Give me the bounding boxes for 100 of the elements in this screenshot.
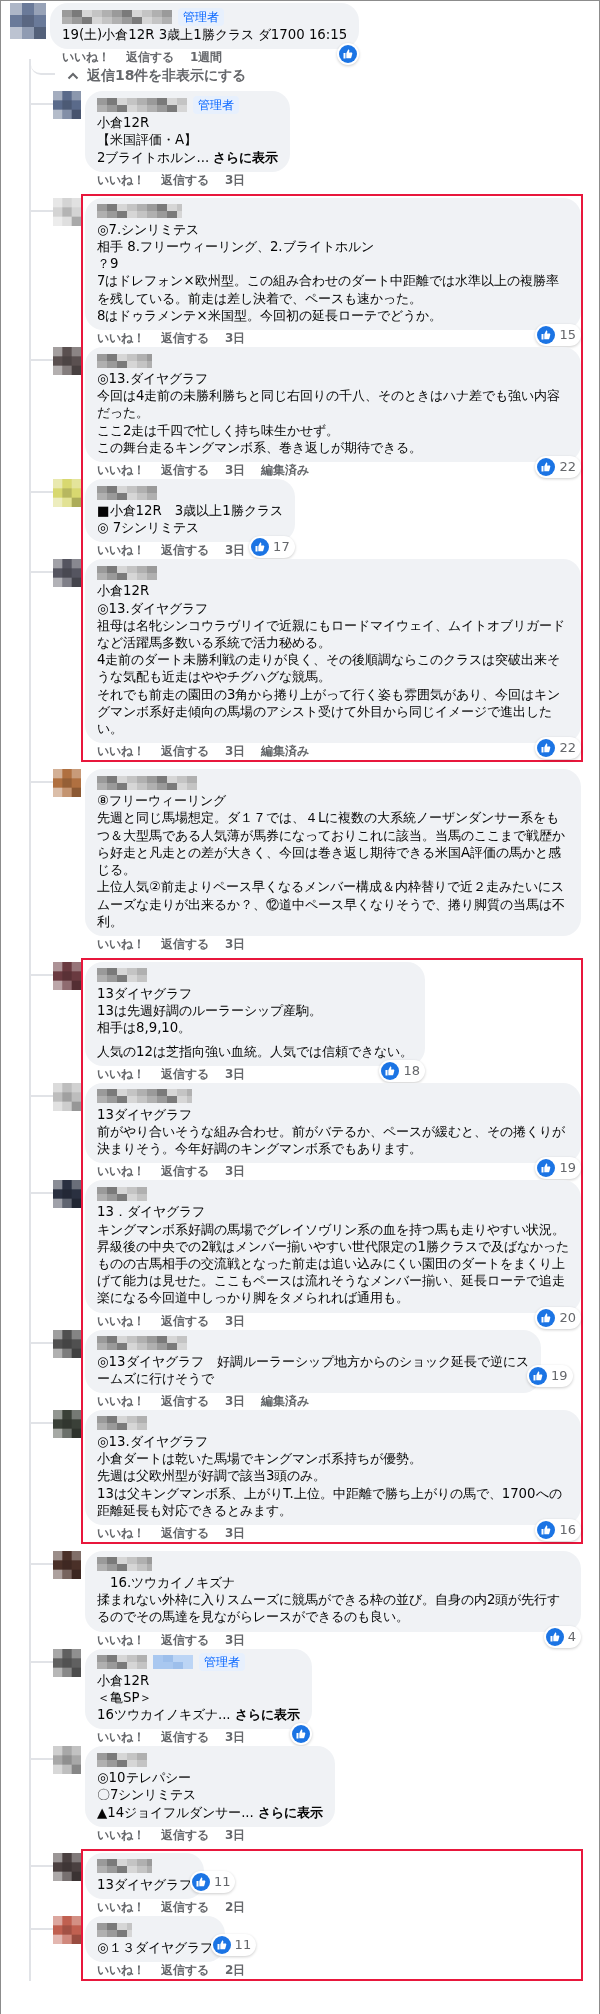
blurred-name xyxy=(97,1416,147,1431)
reaction-badge[interactable]: 16 xyxy=(535,1518,581,1541)
like-link[interactable]: いいね！ xyxy=(97,1066,145,1082)
reaction-badge[interactable]: 19 xyxy=(527,1364,573,1387)
like-link[interactable]: いいね！ xyxy=(97,1525,145,1541)
reply-link[interactable]: 返信する xyxy=(161,1827,209,1843)
timestamp[interactable]: 3日 xyxy=(225,1525,246,1541)
reaction-badge[interactable]: 22 xyxy=(535,737,581,760)
like-icon xyxy=(545,1627,564,1646)
reaction-badge[interactable] xyxy=(289,1723,312,1746)
avatar[interactable] xyxy=(53,559,81,588)
reaction-badge[interactable]: 19 xyxy=(535,1157,581,1180)
blurred-name xyxy=(97,1186,147,1201)
avatar[interactable] xyxy=(53,1409,81,1438)
reply-link[interactable]: 返信する xyxy=(161,1525,209,1541)
like-link[interactable]: いいね！ xyxy=(97,543,145,559)
reaction-count: 17 xyxy=(273,538,290,557)
avatar[interactable] xyxy=(53,1180,81,1209)
reply-link[interactable]: 返信する xyxy=(161,1632,209,1648)
reply-link[interactable]: 返信する xyxy=(161,1393,209,1409)
reply-link[interactable]: 返信する xyxy=(161,172,209,188)
reaction-badge[interactable]: 20 xyxy=(535,1306,581,1329)
timestamp[interactable]: 2日 xyxy=(225,1963,246,1979)
like-icon xyxy=(537,326,556,345)
reaction-count: 22 xyxy=(559,458,576,477)
like-icon xyxy=(529,1366,547,1385)
blurred-name xyxy=(97,1752,147,1767)
reaction-badge[interactable]: 18 xyxy=(379,1059,425,1082)
blurred-name xyxy=(97,1859,152,1874)
like-link[interactable]: いいね！ xyxy=(97,331,145,347)
see-more-link[interactable]: さらに表示 xyxy=(213,149,279,165)
reaction-badge[interactable]: 15 xyxy=(535,324,581,347)
like-icon xyxy=(537,1520,556,1539)
reply-link[interactable]: 返信する xyxy=(161,463,209,479)
hide-replies-button[interactable]: 返信18件を非表示にする xyxy=(63,63,251,89)
avatar[interactable] xyxy=(53,1329,81,1358)
see-more-link[interactable]: さらに表示 xyxy=(234,1707,300,1722)
reaction-badge[interactable]: 22 xyxy=(535,456,581,479)
avatar[interactable] xyxy=(53,961,81,990)
like-link[interactable]: いいね！ xyxy=(97,1730,145,1746)
comment-text: 13ダイヤグラフ 前がやり合いそうな組み合わせ。前がバテるか、ペースが緩むと、その捲くりが決まりそう。今年好調のキングマンボ系でもあります。 xyxy=(97,1105,566,1158)
reply-link[interactable]: 返信する xyxy=(161,1730,209,1746)
reaction-count: 4 xyxy=(567,1627,576,1646)
timestamp[interactable]: 3日 xyxy=(225,744,246,760)
like-icon xyxy=(381,1061,400,1080)
timestamp[interactable]: 3日 xyxy=(225,1164,246,1180)
timestamp[interactable]: 3日 xyxy=(225,1827,246,1843)
comment-text: ◎13ダイヤグラフ 好調ルーラーシップ地方からのショック延長で逆にスームズに行けそうで xyxy=(97,1352,529,1387)
timestamp[interactable]: 3日 xyxy=(225,543,246,559)
like-link[interactable]: いいね！ xyxy=(97,1827,145,1843)
like-link[interactable]: いいね！ xyxy=(97,463,145,479)
avatar[interactable] xyxy=(53,347,81,376)
reaction-badge[interactable]: 11 xyxy=(189,1871,236,1893)
like-link[interactable]: いいね！ xyxy=(97,1164,145,1180)
timestamp[interactable]: 1週間 xyxy=(190,50,223,66)
reply-link[interactable]: 返信する xyxy=(161,1164,209,1180)
like-link[interactable]: いいね！ xyxy=(97,1632,145,1648)
reply-link[interactable]: 返信する xyxy=(161,936,209,952)
timestamp[interactable]: 3日 xyxy=(225,1632,246,1648)
reply-link[interactable]: 返信する xyxy=(126,50,174,66)
reaction-badge[interactable] xyxy=(337,43,360,66)
timestamp[interactable]: 3日 xyxy=(225,1313,246,1329)
like-icon xyxy=(537,458,556,477)
like-link[interactable]: いいね！ xyxy=(62,50,110,66)
like-link[interactable]: いいね！ xyxy=(97,1393,145,1409)
avatar[interactable] xyxy=(53,91,81,120)
reaction-badge[interactable]: 4 xyxy=(543,1625,581,1648)
reply-link[interactable]: 返信する xyxy=(161,543,209,559)
timestamp[interactable]: 3日 xyxy=(225,936,246,952)
avatar[interactable] xyxy=(53,1648,81,1677)
reply-link[interactable]: 返信する xyxy=(161,1313,209,1329)
like-link[interactable]: いいね！ xyxy=(97,936,145,952)
reply-link[interactable]: 返信する xyxy=(161,1963,209,1979)
timestamp[interactable]: 3日 xyxy=(225,331,246,347)
timestamp[interactable]: 3日 xyxy=(225,463,246,479)
reply-link[interactable]: 返信する xyxy=(161,1900,209,1915)
blurred-name xyxy=(97,485,157,500)
like-icon xyxy=(212,1936,231,1955)
see-more-link[interactable]: さらに表示 xyxy=(258,1804,324,1820)
like-link[interactable]: いいね！ xyxy=(97,1963,145,1979)
timestamp[interactable]: 3日 xyxy=(225,1730,246,1746)
avatar[interactable] xyxy=(53,1550,81,1579)
timestamp[interactable]: 2日 xyxy=(225,1900,246,1915)
like-link[interactable]: いいね！ xyxy=(97,172,145,188)
like-link[interactable]: いいね！ xyxy=(97,1900,145,1915)
timestamp[interactable]: 3日 xyxy=(225,1066,246,1082)
timestamp[interactable]: 3日 xyxy=(225,172,246,188)
reaction-badge[interactable]: 11 xyxy=(210,1934,257,1957)
edited-label: 編集済み xyxy=(261,1393,310,1409)
reply-link[interactable]: 返信する xyxy=(161,744,209,760)
reply-link[interactable]: 返信する xyxy=(161,331,209,347)
comment-text: 小倉12R ◎13.ダイヤグラフ 祖母は名牝シンコウラヴリイで近親にもロードマイウェイ、ムイトオブリガードなど活躍馬多数いる系統で活力秘める。 4走前のダート未勝利戦の走りが良く、その後順調ならこのクラスは突破出来そうな気配も近走はややチグハグな競馬。 それでも前走の園田の3角から捲り上がって行く姿も雰囲気があり、今回はキングマンボ系好走傾向の馬場のアシスト受けて外目から同じイメージで進出したい。 xyxy=(97,582,566,738)
reply-link[interactable]: 返信する xyxy=(161,1066,209,1082)
reaction-count: 20 xyxy=(559,1308,576,1327)
avatar[interactable] xyxy=(53,1852,81,1881)
like-link[interactable]: いいね！ xyxy=(97,744,145,760)
comment-text: ⑧フリーウィーリング 先週と同じ馬場想定。ダ１７では、４Lに複数の大系統ノーザンダンサー系をもつ＆大型馬である人気薄が馬券になっておりこれに該当。当馬のここまで戦歴から好走と凡走との差が大きく、今回は巻き返し期待できる米国A評価の馬かと感じる。 上位人気②前走よりペース早くなるメンバー構成＆内枠替りで近２走みたいにスムーズな走りが出来るか？、⑫道中ペース早くなりそうで、捲り脚質の当馬は不利。 xyxy=(97,792,566,930)
timestamp[interactable]: 3日 xyxy=(225,1393,246,1409)
reaction-badge[interactable]: 17 xyxy=(249,536,295,559)
like-link[interactable]: いいね！ xyxy=(97,1313,145,1329)
